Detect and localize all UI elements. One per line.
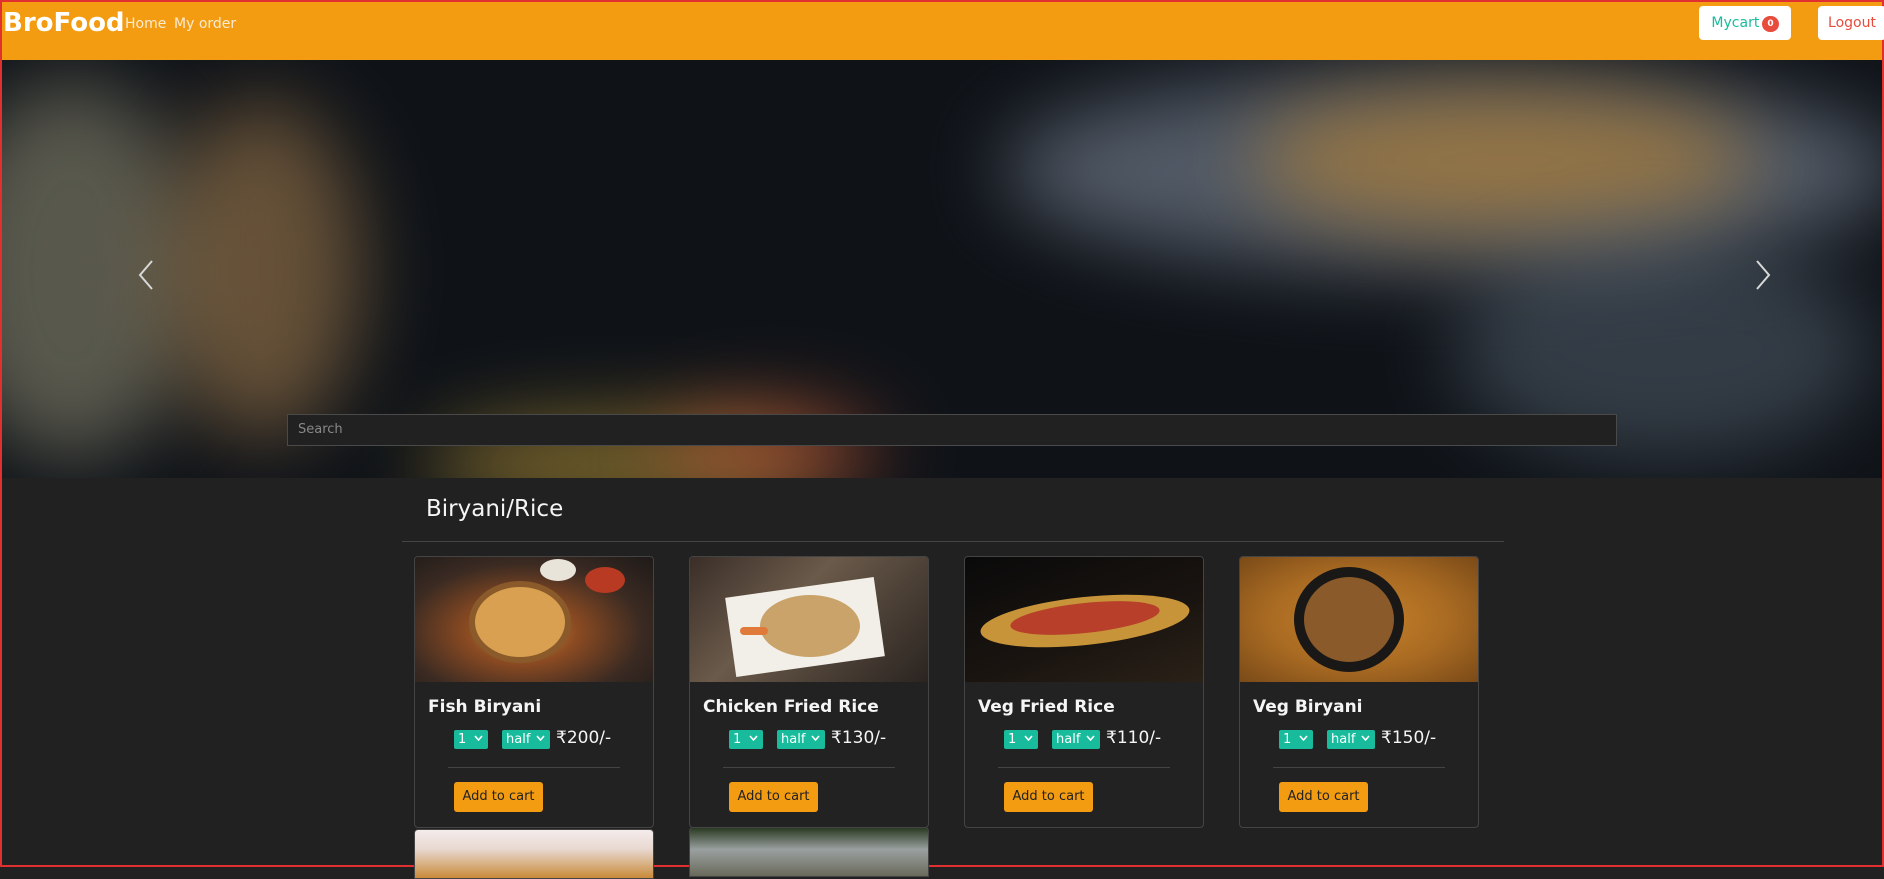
- my-cart-label: Mycart: [1711, 15, 1760, 31]
- raita-bowl: [540, 559, 576, 581]
- fried-rice: [760, 595, 860, 657]
- chevron-down-icon: [1086, 735, 1095, 741]
- size-select[interactable]: half: [502, 730, 550, 749]
- size-select[interactable]: half: [1052, 730, 1100, 749]
- food-name: Fish Biryani: [428, 697, 542, 717]
- food-name: Chicken Fried Rice: [703, 697, 879, 717]
- price: ₹130/-: [831, 728, 887, 748]
- chevron-down-icon: [474, 735, 483, 741]
- quantity-value: 1: [1283, 732, 1292, 747]
- price: ₹150/-: [1381, 728, 1437, 748]
- chevron-down-icon: [1024, 735, 1033, 741]
- chevron-down-icon: [536, 735, 545, 741]
- section-divider: [402, 541, 1504, 542]
- hero-carousel: Search: [2, 60, 1882, 478]
- hero-image-blur: [162, 100, 362, 440]
- size-value: half: [1056, 732, 1081, 747]
- navbar: BroFood Home My order Mycart 0 Logout: [2, 2, 1884, 60]
- size-select[interactable]: half: [1327, 730, 1375, 749]
- chevron-down-icon: [1361, 735, 1370, 741]
- price: ₹110/-: [1106, 728, 1162, 748]
- quantity-select[interactable]: 1: [454, 730, 488, 749]
- card-divider: [998, 767, 1170, 768]
- chevron-down-icon: [749, 735, 758, 741]
- size-value: half: [1331, 732, 1356, 747]
- hero-image-blur: [1252, 90, 1752, 230]
- sauce-bowl: [585, 567, 625, 593]
- quantity-select[interactable]: 1: [729, 730, 763, 749]
- food-image: [1240, 557, 1478, 682]
- size-select[interactable]: half: [777, 730, 825, 749]
- section-title: Biryani/Rice: [426, 496, 564, 522]
- biryani: [1304, 577, 1394, 662]
- food-card: Fish Biryani 1 half ₹200/- Add to cart: [414, 556, 654, 828]
- brand-logo[interactable]: BroFood: [3, 8, 125, 38]
- card-divider: [448, 767, 620, 768]
- chevron-left-icon[interactable]: [136, 255, 158, 295]
- food-card: [689, 827, 929, 877]
- cart-count-badge: 0: [1762, 16, 1779, 32]
- carrot: [740, 627, 768, 635]
- chevron-down-icon: [811, 735, 820, 741]
- chevron-down-icon: [1299, 735, 1308, 741]
- size-value: half: [781, 732, 806, 747]
- add-to-cart-button[interactable]: Add to cart: [729, 782, 818, 812]
- food-name: Veg Fried Rice: [978, 697, 1115, 717]
- card-divider: [723, 767, 895, 768]
- card-divider: [1273, 767, 1445, 768]
- add-to-cart-button[interactable]: Add to cart: [1279, 782, 1368, 812]
- add-to-cart-button[interactable]: Add to cart: [1004, 782, 1093, 812]
- nav-link-my-order[interactable]: My order: [174, 16, 236, 32]
- food-plate: [475, 587, 565, 657]
- food-card: Veg Fried Rice 1 half ₹110/- Add to cart: [964, 556, 1204, 828]
- food-image: [965, 557, 1203, 682]
- add-to-cart-button[interactable]: Add to cart: [454, 782, 543, 812]
- food-image: [690, 557, 928, 682]
- quantity-value: 1: [1008, 732, 1017, 747]
- my-cart-button[interactable]: Mycart 0: [1699, 6, 1791, 40]
- size-value: half: [506, 732, 531, 747]
- quantity-value: 1: [733, 732, 742, 747]
- quantity-select[interactable]: 1: [1279, 730, 1313, 749]
- food-image: [415, 557, 653, 682]
- logout-button[interactable]: Logout: [1818, 6, 1884, 40]
- food-card: Veg Biryani 1 half ₹150/- Add to cart: [1239, 556, 1479, 828]
- food-name: Veg Biryani: [1253, 697, 1363, 717]
- price: ₹200/-: [556, 728, 612, 748]
- search-input[interactable]: Search: [287, 414, 1617, 446]
- food-card: [414, 829, 654, 879]
- chevron-right-icon[interactable]: [1751, 255, 1773, 295]
- quantity-select[interactable]: 1: [1004, 730, 1038, 749]
- food-card: Chicken Fried Rice 1 half ₹130/- Add to …: [689, 556, 929, 828]
- nav-link-home[interactable]: Home: [125, 16, 166, 32]
- quantity-value: 1: [458, 732, 467, 747]
